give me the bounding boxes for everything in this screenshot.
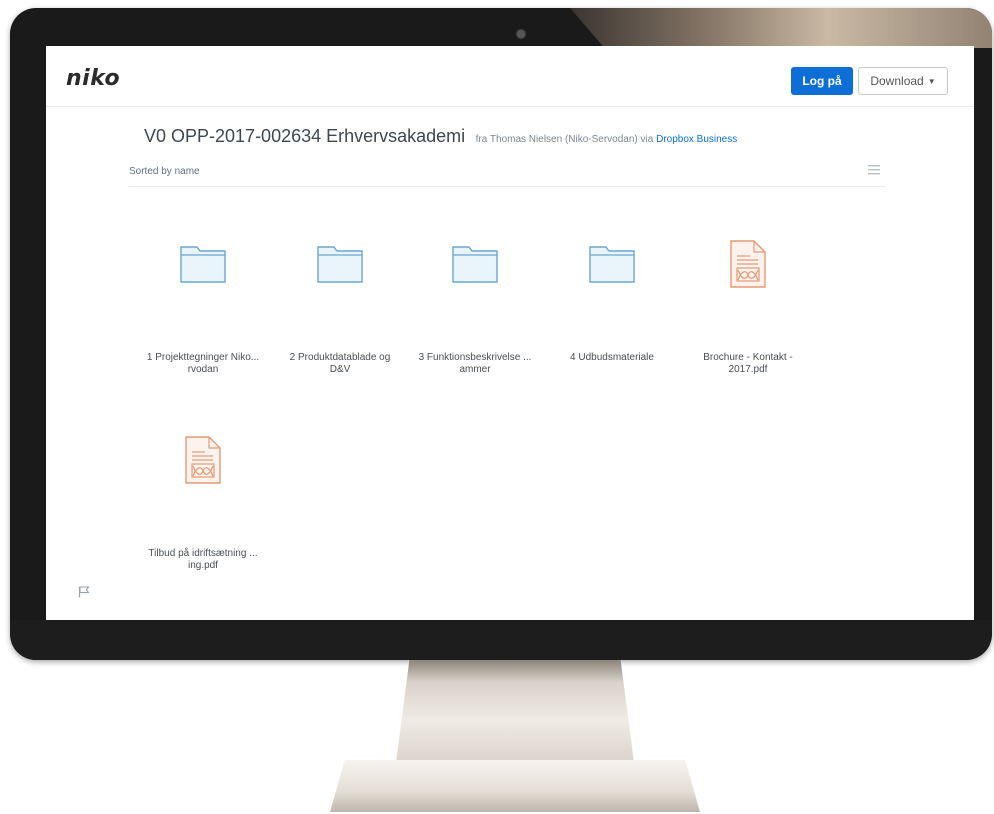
folder-icon (138, 236, 268, 292)
item-name-line1: 2 Produktdatablade og (289, 352, 391, 363)
page-title: V0 OPP-2017-002634 Erhvervsakademi (144, 126, 466, 146)
item-name-line1: Tilbud på idriftsætning ... (148, 548, 258, 559)
top-bar: niko Log på Download ▼ (46, 46, 974, 107)
folder-icon (275, 236, 405, 292)
sort-label[interactable]: Sorted by name (129, 166, 200, 177)
item-name: 2 Produktdatablade og D&V (275, 352, 405, 376)
owner-text: fra Thomas Nielsen (Niko-Servodan) via (475, 134, 654, 145)
item-name: 4 Udbudsmateriale (547, 352, 677, 364)
chevron-down-icon: ▼ (927, 76, 936, 86)
download-button[interactable]: Download ▼ (858, 67, 948, 95)
folder-icon (547, 236, 677, 292)
list-view-icon[interactable] (868, 165, 880, 175)
item-name-line1: 3 Funktionsbeskrivelse ... (418, 352, 532, 363)
camera-icon (517, 30, 525, 38)
pdf-file-icon (683, 236, 813, 292)
item-name-line1: 1 Projekttegninger Niko... (146, 352, 260, 363)
folder-item[interactable]: 4 Udbudsmateriale (547, 236, 677, 364)
monitor-stand (395, 660, 635, 770)
item-name: Tilbud på idriftsætning ... ing.pdf (138, 548, 268, 572)
niko-logo[interactable]: niko (66, 66, 120, 91)
item-name: 3 Funktionsbeskrivelse ... ammer (410, 352, 540, 376)
login-button[interactable]: Log på (791, 67, 853, 95)
browser-screen: niko Log på Download ▼ V0 OPP-2017-002634… (46, 46, 974, 620)
monitor-glare (570, 8, 992, 48)
pdf-file-icon (138, 432, 268, 488)
item-name: 1 Projekttegninger Niko... rvodan (138, 352, 268, 376)
flag-icon[interactable] (78, 586, 90, 598)
folder-item[interactable]: 2 Produktdatablade og D&V (275, 236, 405, 376)
item-name-line1: 4 Udbudsmateriale (570, 352, 654, 363)
item-name-line2: ing.pdf (187, 560, 219, 571)
item-name-line2: 2017.pdf (728, 364, 768, 375)
item-name-line2: rvodan (187, 364, 219, 375)
monitor-stand-base (330, 760, 700, 812)
dropbox-business-link[interactable]: Dropbox Business (656, 134, 737, 145)
monitor-chin (10, 620, 992, 660)
folder-item[interactable]: 1 Projekttegninger Niko... rvodan (138, 236, 268, 376)
folder-header: V0 OPP-2017-002634 Erhvervsakademi fra T… (144, 126, 737, 147)
item-name-line2: D&V (329, 364, 351, 375)
item-name: Brochure - Kontakt - 2017.pdf (683, 352, 813, 376)
folder-icon (410, 236, 540, 292)
item-name-line1: Brochure - Kontakt - (703, 352, 793, 363)
owner-info: fra Thomas Nielsen (Niko-Servodan) via D… (476, 134, 738, 145)
download-label: Download (870, 74, 924, 88)
folder-item[interactable]: 3 Funktionsbeskrivelse ... ammer (410, 236, 540, 376)
pdf-file-item[interactable]: Brochure - Kontakt - 2017.pdf (683, 236, 813, 376)
pdf-file-item[interactable]: Tilbud på idriftsætning ... ing.pdf (138, 432, 268, 572)
item-name-line2: ammer (459, 364, 491, 375)
sort-bar: Sorted by name (129, 160, 886, 187)
